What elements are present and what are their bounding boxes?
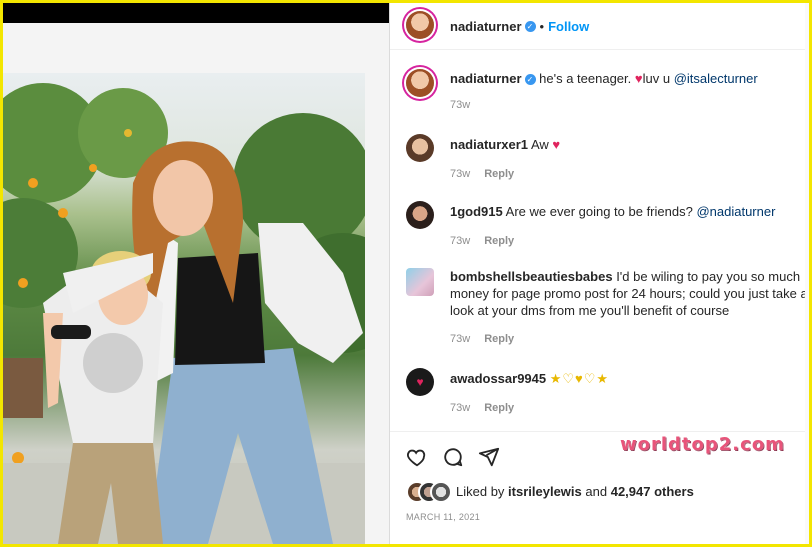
- comment-username[interactable]: 1god915: [450, 204, 503, 219]
- comment-meta: 73w Reply: [450, 168, 514, 180]
- comment-username[interactable]: nadiaturxer1: [450, 137, 528, 152]
- comment-meta: 73w Reply: [450, 333, 514, 345]
- comment-text-block: bombshellsbeautiesbabes I'd be wiling to…: [450, 268, 808, 319]
- comment-time[interactable]: 73w: [450, 333, 470, 345]
- verified-badge-icon: ✓: [524, 74, 536, 86]
- post-actions-section: worldtop2.com Liked by itsrileylewis and…: [390, 431, 809, 542]
- comment-time[interactable]: 73w: [450, 168, 470, 180]
- comment-meta: 73w Reply: [450, 402, 514, 414]
- commenter-avatar[interactable]: [406, 201, 434, 229]
- separator-dot: •: [539, 19, 545, 34]
- likes-count-link[interactable]: 42,947 others: [611, 484, 694, 499]
- verified-badge-icon: ✓: [524, 21, 536, 33]
- caption-after-heart: luv u: [642, 71, 671, 86]
- comment-emojis: ★♡♥♡★: [549, 371, 610, 386]
- panel-scroll-edge: [805, 3, 809, 544]
- comment-text-line2: money for page promo post for 24 hours; …: [450, 286, 808, 301]
- comment-text-line1: I'd be wiling to pay you so much: [616, 269, 801, 284]
- comment-mention-link[interactable]: @nadiaturner: [696, 204, 775, 219]
- comment-text-block: awadossar9945 ★♡♥♡★: [450, 370, 609, 387]
- comment-text: Are we ever going to be friends?: [505, 204, 693, 219]
- caption-text-block: nadiaturner ✓ he's a teenager. ♥luv u @it…: [450, 70, 758, 87]
- caption-text: he's a teenager.: [539, 71, 632, 86]
- watermark: worldtop2.com: [620, 434, 785, 455]
- reply-button[interactable]: Reply: [484, 333, 514, 345]
- comment-username[interactable]: bombshellsbeautiesbabes: [450, 269, 613, 284]
- caption-mention-link[interactable]: @itsalecturner: [674, 71, 758, 86]
- comment-bubble-icon[interactable]: [442, 446, 464, 473]
- post-side-panel: nadiaturner ✓ • Follow nadiaturner ✓ he's a …: [390, 3, 809, 544]
- comment-time[interactable]: 73w: [450, 235, 470, 247]
- red-heart-icon: ♥: [634, 71, 643, 86]
- top-black-bar: [3, 3, 389, 23]
- caption-time[interactable]: 73w: [450, 99, 470, 111]
- liker-avatar[interactable]: [430, 481, 452, 503]
- reply-button[interactable]: Reply: [484, 168, 514, 180]
- heart-outline-icon[interactable]: [406, 446, 428, 473]
- comment-time[interactable]: 73w: [450, 402, 470, 414]
- paper-plane-icon[interactable]: [478, 446, 500, 473]
- reply-button[interactable]: Reply: [484, 235, 514, 247]
- caption-meta: 73w: [450, 99, 470, 111]
- comment-meta: 73w Reply: [450, 235, 514, 247]
- caption-username[interactable]: nadiaturner: [450, 71, 522, 86]
- reply-button[interactable]: Reply: [484, 402, 514, 414]
- commenter-avatar[interactable]: [406, 134, 434, 162]
- comment-text: Aw: [530, 137, 549, 152]
- author-avatar[interactable]: [406, 11, 434, 39]
- author-username[interactable]: nadiaturner: [450, 19, 522, 34]
- comment-text-block: 1god915 Are we ever going to be friends?…: [450, 203, 775, 220]
- commenter-avatar[interactable]: ♥: [406, 368, 434, 396]
- photo-illustration: [3, 83, 365, 544]
- comment-text-line3: look at your dms from me you'll benefit …: [450, 303, 730, 318]
- post-header: nadiaturner ✓ • Follow: [390, 3, 809, 50]
- comment-text-block: nadiaturxer1 Aw ♥: [450, 136, 560, 153]
- post-photo[interactable]: [3, 73, 365, 544]
- post-date[interactable]: MARCH 11, 2021: [406, 512, 480, 522]
- commenter-avatar[interactable]: [406, 268, 434, 296]
- likes-summary: Liked by itsrileylewis and 42,947 others: [456, 484, 694, 499]
- red-heart-icon: ♥: [552, 137, 561, 152]
- post-media-area: [3, 3, 389, 544]
- header-title-row: nadiaturner ✓ • Follow: [450, 18, 589, 36]
- likes-and: and: [585, 484, 608, 499]
- screenshot-frame: nadiaturner ✓ • Follow nadiaturner ✓ he's a …: [0, 0, 812, 547]
- caption-avatar[interactable]: [406, 69, 434, 97]
- likes-user-link[interactable]: itsrileylewis: [508, 484, 582, 499]
- comment-username[interactable]: awadossar9945: [450, 371, 546, 386]
- likes-prefix: Liked by: [456, 484, 505, 499]
- follow-button[interactable]: Follow: [548, 19, 589, 34]
